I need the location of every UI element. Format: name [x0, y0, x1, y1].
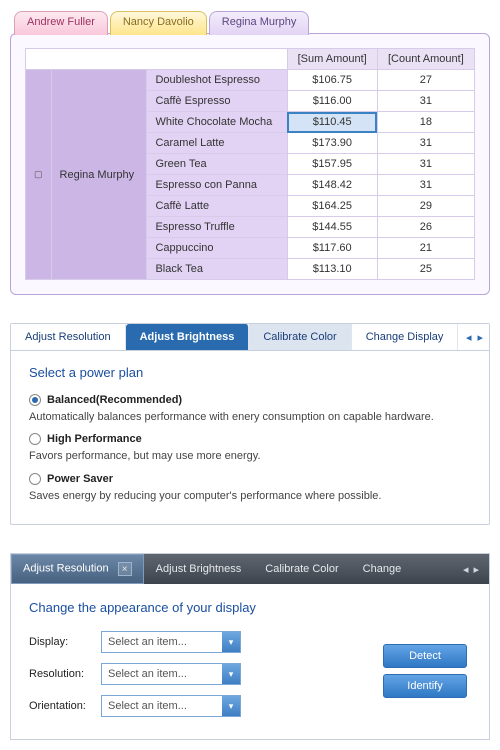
count-cell[interactable]: 31 — [377, 91, 474, 112]
tab-label: Adjust Resolution — [23, 563, 109, 575]
panel3-tabstrip: Adjust Resolution × Adjust Brightness Ca… — [11, 554, 489, 584]
tab-adjust-resolution[interactable]: Adjust Resolution × — [11, 554, 144, 584]
scroll-left-icon[interactable]: ◂ — [466, 331, 472, 344]
item-cell[interactable]: Cappuccino — [147, 238, 287, 259]
combo-display[interactable]: Select an item...▾ — [101, 631, 241, 653]
count-cell[interactable]: 27 — [377, 70, 474, 91]
count-cell[interactable]: 31 — [377, 175, 474, 196]
panel2-body: Select a power plan Balanced(Recommended… — [11, 351, 489, 524]
option-label: Power Saver — [47, 473, 113, 485]
panel3-body: Change the appearance of your display Di… — [11, 584, 489, 739]
scroll-right-icon[interactable]: ▸ — [477, 331, 483, 344]
close-icon[interactable]: × — [118, 562, 132, 576]
count-cell[interactable]: 25 — [377, 259, 474, 280]
item-cell[interactable]: Caffè Latte — [147, 196, 287, 217]
sum-cell[interactable]: $110.45 — [287, 112, 377, 133]
panel3-title: Change the appearance of your display — [29, 600, 471, 615]
col-count-amount[interactable]: [Count Amount] — [377, 49, 474, 70]
option-description: Favors performance, but may use more ene… — [29, 449, 471, 464]
item-cell[interactable]: Caffè Espresso — [147, 91, 287, 112]
collapse-icon[interactable]: ▢ — [26, 70, 52, 280]
count-cell[interactable]: 31 — [377, 133, 474, 154]
tab-label: Andrew Fuller — [27, 16, 95, 28]
tab-label: Regina Murphy — [222, 16, 297, 28]
option-label: Balanced(Recommended) — [47, 394, 182, 406]
combo-text: Select an item... — [102, 636, 222, 648]
combo-text: Select an item... — [102, 668, 222, 680]
panel3-scroll: ◂ ▸ — [457, 563, 485, 576]
combo-text: Select an item... — [102, 700, 222, 712]
sum-cell[interactable]: $116.00 — [287, 91, 377, 112]
count-cell[interactable]: 29 — [377, 196, 474, 217]
action-buttons: Detect Identify — [241, 644, 471, 704]
sum-cell[interactable]: $144.55 — [287, 217, 377, 238]
power-plan-option[interactable]: Power Saver — [29, 473, 471, 485]
count-cell[interactable]: 18 — [377, 112, 474, 133]
sum-cell[interactable]: $117.60 — [287, 238, 377, 259]
chevron-down-icon[interactable]: ▾ — [222, 696, 240, 716]
panel1-body: [Sum Amount][Count Amount]▢Regina Murphy… — [10, 33, 490, 295]
detect-button[interactable]: Detect — [383, 644, 467, 668]
item-cell[interactable]: Espresso Truffle — [147, 217, 287, 238]
chevron-down-icon[interactable]: ▾ — [222, 664, 240, 684]
count-cell[interactable]: 26 — [377, 217, 474, 238]
chevron-down-icon[interactable]: ▾ — [222, 632, 240, 652]
item-cell[interactable]: Espresso con Panna — [147, 175, 287, 196]
tab-change[interactable]: Change — [351, 555, 414, 583]
combo-orientation[interactable]: Select an item...▾ — [101, 695, 241, 717]
tab-regina-murphy[interactable]: Regina Murphy — [209, 11, 310, 35]
combo-resolution[interactable]: Select an item...▾ — [101, 663, 241, 685]
row-group-label[interactable]: Regina Murphy — [51, 70, 147, 280]
tab-adjust-brightness[interactable]: Adjust Brightness — [126, 324, 250, 350]
radio-icon[interactable] — [29, 473, 41, 485]
scroll-left-icon[interactable]: ◂ — [463, 563, 469, 576]
panel1-tabstrip: Andrew Fuller Nancy Davolio Regina Murph… — [10, 10, 490, 34]
tab-adjust-brightness[interactable]: Adjust Brightness — [144, 555, 254, 583]
tab-calibrate-color[interactable]: Calibrate Color — [253, 555, 350, 583]
panel2-scroll: ◂ ▸ — [460, 324, 489, 350]
radio-icon[interactable] — [29, 394, 41, 406]
panel-pivot: Andrew Fuller Nancy Davolio Regina Murph… — [10, 10, 490, 295]
tab-change-display[interactable]: Change Display — [352, 324, 459, 350]
panel-display-appearance: Adjust Resolution × Adjust Brightness Ca… — [10, 553, 490, 740]
option-description: Automatically balances performance with … — [29, 410, 471, 425]
option-description: Saves energy by reducing your computer's… — [29, 489, 471, 504]
radio-icon[interactable] — [29, 433, 41, 445]
panel-power-plan: Adjust Resolution Adjust Brightness Cali… — [10, 323, 490, 525]
sum-cell[interactable]: $173.90 — [287, 133, 377, 154]
pivot-grid: [Sum Amount][Count Amount]▢Regina Murphy… — [25, 48, 475, 280]
item-cell[interactable]: Green Tea — [147, 154, 287, 175]
power-plan-option[interactable]: Balanced(Recommended) — [29, 394, 471, 406]
scroll-right-icon[interactable]: ▸ — [473, 563, 479, 576]
item-cell[interactable]: Caramel Latte — [147, 133, 287, 154]
grid-corner — [26, 49, 288, 70]
field-label: Orientation: — [29, 700, 101, 712]
field-label: Resolution: — [29, 668, 101, 680]
sum-cell[interactable]: $148.42 — [287, 175, 377, 196]
item-cell[interactable]: White Chocolate Mocha — [147, 112, 287, 133]
table-row: ▢Regina MurphyDoubleshot Espresso$106.75… — [26, 70, 475, 91]
item-cell[interactable]: Black Tea — [147, 259, 287, 280]
tab-calibrate-color[interactable]: Calibrate Color — [249, 324, 351, 350]
tab-adjust-resolution[interactable]: Adjust Resolution — [11, 324, 126, 350]
option-label: High Performance — [47, 433, 142, 445]
count-cell[interactable]: 21 — [377, 238, 474, 259]
tab-label: Nancy Davolio — [123, 16, 194, 28]
sum-cell[interactable]: $113.10 — [287, 259, 377, 280]
sum-cell[interactable]: $157.95 — [287, 154, 377, 175]
field-label: Display: — [29, 636, 101, 648]
tab-nancy-davolio[interactable]: Nancy Davolio — [110, 11, 207, 35]
power-plan-option[interactable]: High Performance — [29, 433, 471, 445]
col-sum-amount[interactable]: [Sum Amount] — [287, 49, 377, 70]
item-cell[interactable]: Doubleshot Espresso — [147, 70, 287, 91]
panel2-title: Select a power plan — [29, 365, 471, 380]
sum-cell[interactable]: $106.75 — [287, 70, 377, 91]
sum-cell[interactable]: $164.25 — [287, 196, 377, 217]
count-cell[interactable]: 31 — [377, 154, 474, 175]
tab-andrew-fuller[interactable]: Andrew Fuller — [14, 11, 108, 35]
panel2-tabstrip: Adjust Resolution Adjust Brightness Cali… — [11, 324, 489, 351]
identify-button[interactable]: Identify — [383, 674, 467, 698]
